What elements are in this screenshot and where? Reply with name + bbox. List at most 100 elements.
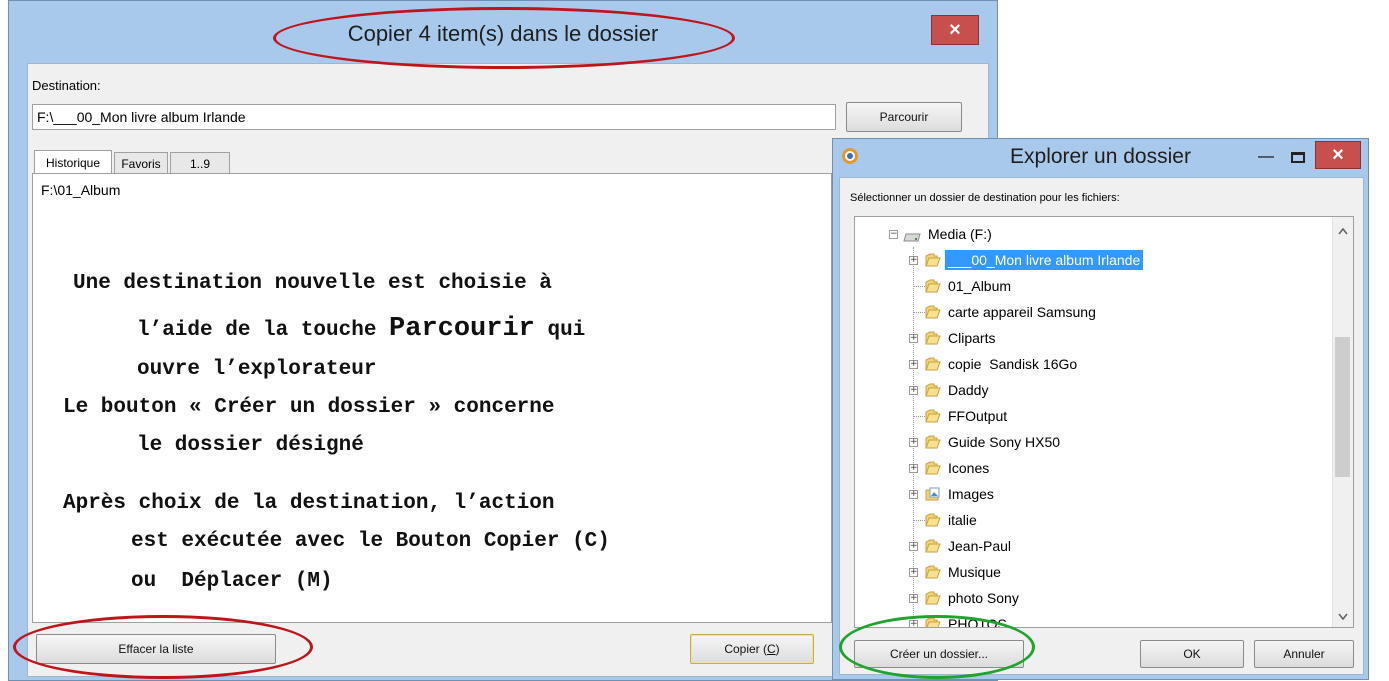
copy-button-access-key: C — [767, 642, 776, 656]
tree-item[interactable]: + Daddy — [855, 377, 1325, 403]
destination-field[interactable]: F:\___00_Mon livre album Irlande — [32, 104, 836, 130]
tab-favoris[interactable]: Favoris — [114, 152, 168, 174]
explorer-client: Sélectionner un dossier de destination p… — [839, 177, 1364, 675]
folder-tree: − Media (F:) + ___00_Mon livre album Irland… — [854, 216, 1354, 628]
explorer-close-button[interactable]: × — [1315, 141, 1361, 169]
tree-item-label: 01_Album — [948, 278, 1012, 294]
folder-icon — [925, 565, 941, 579]
tree-branch-line — [913, 286, 925, 287]
browse-button[interactable]: Parcourir — [846, 102, 962, 132]
tree-item[interactable]: + Icones — [855, 455, 1325, 481]
close-icon: × — [949, 18, 961, 41]
expand-icon[interactable]: + — [909, 568, 918, 577]
folder-icon — [925, 461, 941, 475]
folder-tree-content: − Media (F:) + ___00_Mon livre album Irland… — [855, 217, 1331, 627]
tree-item-label: photo Sony — [948, 590, 1019, 606]
vertical-scrollbar[interactable] — [1332, 217, 1353, 627]
pictures-folder-icon — [925, 487, 941, 501]
tree-item-label: italie — [948, 512, 977, 528]
copy-button[interactable]: Copier (C) — [690, 634, 814, 664]
tree-item[interactable]: FFOutput — [855, 403, 1325, 429]
annotation-emphasis: Parcourir — [389, 314, 535, 344]
folder-icon — [925, 591, 941, 605]
destination-label: Destination: — [32, 78, 101, 93]
expand-icon[interactable]: + — [909, 490, 918, 499]
ok-button[interactable]: OK — [1140, 640, 1244, 668]
folder-icon — [925, 357, 941, 371]
annotation-segment: Une destination nouvelle est choisie à — [73, 272, 552, 295]
maximize-icon — [1291, 151, 1305, 163]
tree-item[interactable]: + copie Sandisk 16Go — [855, 351, 1325, 377]
folder-icon — [925, 539, 941, 553]
folder-icon — [925, 435, 941, 449]
expand-icon[interactable]: + — [909, 464, 918, 473]
minimize-button[interactable]: — — [1253, 145, 1279, 169]
annotation-segment: Le bouton « Créer un dossier » concerne — [63, 396, 555, 419]
tree-item-label: Cliparts — [948, 330, 996, 346]
cancel-button[interactable]: Annuler — [1254, 640, 1354, 668]
tree-item[interactable]: + Guide Sony HX50 — [855, 429, 1325, 455]
tree-item-label: copie Sandisk 16Go — [948, 356, 1078, 372]
annotation-segment: ou Déplacer (M) — [131, 570, 333, 593]
tree-branch-line — [913, 416, 925, 417]
tree-item[interactable]: + ___00_Mon livre album Irlande — [855, 247, 1325, 273]
tree-item[interactable]: + Cliparts — [855, 325, 1325, 351]
collapse-icon[interactable]: − — [889, 230, 898, 239]
tree-item[interactable]: 01_Album — [855, 273, 1325, 299]
annotation-line: Une destination nouvelle est choisie à — [73, 272, 552, 295]
expand-icon[interactable]: + — [909, 386, 918, 395]
tree-item[interactable]: + Musique — [855, 559, 1325, 585]
folder-icon — [925, 279, 941, 293]
annotation-segment: Après choix de la destination, l’action — [63, 492, 555, 515]
tree-item[interactable]: + PHOTOS — [855, 611, 1325, 627]
annotation-segment: l’aide de la touche — [137, 319, 390, 342]
folder-icon — [925, 409, 941, 423]
create-folder-button[interactable]: Créer un dossier... — [854, 640, 1024, 668]
expand-icon[interactable]: + — [909, 438, 918, 447]
tab-historique[interactable]: Historique — [34, 150, 112, 174]
scroll-up-arrow[interactable] — [1337, 223, 1349, 235]
tree-item[interactable]: + photo Sony — [855, 585, 1325, 611]
copy-dialog-title: Copier 4 item(s) dans le dossier — [347, 21, 659, 46]
folder-icon — [925, 383, 941, 397]
expand-icon[interactable]: + — [909, 360, 918, 369]
annotation-segment: le dossier désigné — [137, 434, 364, 457]
annotation-segment: ouvre l’explorateur — [137, 358, 377, 381]
tree-item[interactable]: + Jean-Paul — [855, 533, 1325, 559]
tree-item[interactable]: carte appareil Samsung — [855, 299, 1325, 325]
clear-list-button[interactable]: Effacer la liste — [36, 634, 276, 664]
tree-item-label: Daddy — [948, 382, 989, 398]
tree-item-label-selected: ___00_Mon livre album Irlande — [945, 250, 1144, 270]
annotation-line: Après choix de la destination, l’action — [63, 492, 554, 515]
tree-branch-line — [913, 520, 925, 521]
maximize-button[interactable] — [1285, 145, 1311, 169]
folder-icon — [925, 253, 941, 267]
annotation-text: Une destination nouvelle est choisie à l’… — [33, 174, 831, 622]
expand-icon[interactable]: + — [909, 256, 918, 265]
expand-icon[interactable]: + — [909, 594, 918, 603]
tree-item[interactable]: italie — [855, 507, 1325, 533]
tree-root-media-drive[interactable]: − Media (F:) — [855, 221, 1325, 247]
annotation-segment: est exécutée avec le Bouton Copier (C) — [131, 530, 610, 553]
expand-icon[interactable]: + — [909, 334, 918, 343]
annotation-line: Le bouton « Créer un dossier » concerne — [63, 396, 554, 419]
folder-icon — [925, 331, 941, 345]
scroll-thumb[interactable] — [1335, 337, 1350, 477]
tree-item-label: carte appareil Samsung — [948, 304, 1096, 320]
history-list: F:\01_Album Une destination nouvelle est… — [32, 173, 832, 623]
annotation-line: ou Déplacer (M) — [131, 570, 333, 593]
tree-item[interactable]: + Images — [855, 481, 1325, 507]
tree-branch-line — [913, 312, 925, 313]
explorer-prompt: Sélectionner un dossier de destination p… — [850, 192, 1120, 204]
copy-dialog-close-button[interactable]: × — [931, 15, 979, 45]
tree-root-label: Media (F:) — [928, 226, 992, 242]
tab-1-9[interactable]: 1..9 — [170, 152, 230, 174]
expand-icon[interactable]: + — [909, 542, 918, 551]
annotation-line: le dossier désigné — [137, 434, 364, 457]
scroll-down-arrow[interactable] — [1337, 609, 1349, 621]
annotation-segment: qui — [534, 319, 586, 342]
tree-item-label: Icones — [948, 460, 990, 476]
expand-icon[interactable]: + — [909, 620, 918, 627]
annotation-line: est exécutée avec le Bouton Copier (C) — [131, 530, 610, 553]
minimize-icon: — — [1258, 148, 1274, 165]
